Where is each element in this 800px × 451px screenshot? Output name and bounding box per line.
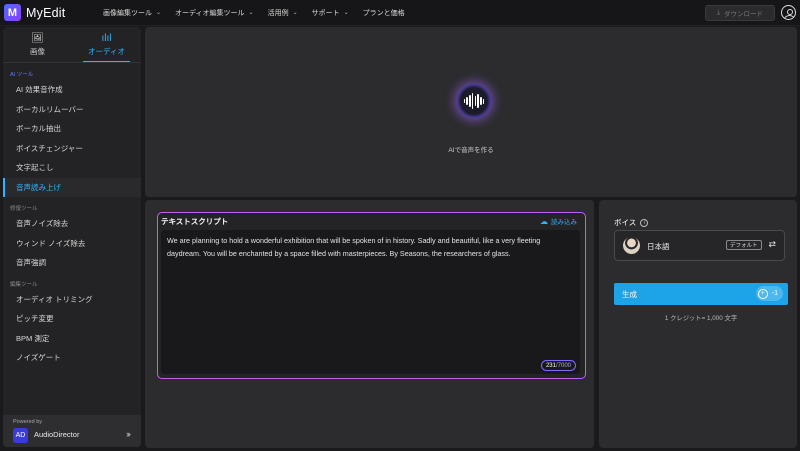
sidebar-item[interactable]: ボーカル抽出 (3, 119, 141, 139)
app-name: MyEdit (26, 5, 66, 20)
sidebar-item[interactable]: 音声ノイズ除去 (3, 214, 141, 234)
tab-image-label: 画像 (30, 46, 45, 56)
default-badge: デフォルト (726, 240, 762, 250)
sidebar-item[interactable]: オーディオ トリミング (3, 290, 141, 310)
script-textarea[interactable]: We are planning to hold a wonderful exhi… (161, 230, 580, 374)
nav-item[interactable]: 活用例 ⌄ (268, 8, 298, 18)
sidebar-item[interactable]: ボーカルリムーバー (3, 100, 141, 120)
ai-voice-orb-icon (457, 84, 491, 118)
download-label: ダウンロード (724, 11, 764, 18)
powered-by-panel[interactable]: Powered by AD AudioDirector ››› (3, 415, 141, 447)
chevron-down-icon: ⌄ (156, 10, 162, 16)
credit-cost-badge: + -1 (755, 286, 783, 301)
voice-title: ボイス i (614, 217, 649, 228)
download-button[interactable]: ⤓ ダウンロード (705, 5, 775, 21)
voice-avatar (623, 237, 640, 254)
sidebar-item[interactable]: ノイズゲート (3, 348, 141, 368)
audio-preview-panel: AIで音声を作る (145, 27, 797, 197)
generate-label: 生成 (622, 290, 637, 299)
character-counter: 231/7000 (540, 360, 576, 371)
generate-button[interactable]: 生成 + -1 (614, 283, 788, 305)
credit-icon: + (757, 288, 768, 299)
credit-note: 1 クレジット= 1,000 文字 (664, 315, 738, 322)
myedit-logo[interactable]: M MyEdit (4, 4, 96, 21)
nav-item-label: オーディオ編集ツール (175, 9, 245, 17)
tab-image[interactable]: 🖼 画像 (3, 27, 72, 62)
character-count: 231 (545, 362, 556, 369)
script-text[interactable]: We are planning to hold a wonderful exhi… (167, 235, 574, 260)
sidebar-section-title: AI ツール (10, 72, 34, 78)
script-title: テキストスクリプト (161, 217, 229, 226)
powered-by-label: Powered by (13, 419, 43, 425)
sidebar-item[interactable]: 音声読み上げ (3, 177, 141, 197)
sound-wave-icon (463, 93, 485, 109)
sidebar-section-title: 修復ツール (10, 206, 38, 212)
upload-label: 読み込み (551, 219, 577, 226)
script-panel: テキストスクリプト ☁ 読み込み We are planning to hold… (145, 200, 594, 448)
myedit-logo-icon: M (4, 4, 21, 21)
tab-audio[interactable]: ılıl オーディオ (72, 27, 141, 62)
cloud-upload-icon: ☁ (540, 216, 548, 226)
audiodirector-name: AudioDirector (34, 430, 80, 439)
sidebar-item[interactable]: BPM 測定 (3, 329, 141, 349)
sidebar-item[interactable]: 文字起こし (3, 158, 141, 178)
credit-cost: -1 (771, 290, 778, 297)
nav-item[interactable]: サポート ⌄ (312, 8, 349, 18)
nav-item-label: 活用例 (267, 9, 289, 17)
voice-title-label: ボイス (614, 218, 637, 227)
sidebar-item[interactable]: ピッチ変更 (3, 309, 141, 329)
swap-icon[interactable]: ⇄ (768, 239, 776, 250)
nav-item-label: サポート (311, 9, 340, 17)
info-icon[interactable]: i (640, 218, 649, 227)
character-max: /7000 (555, 362, 571, 369)
sidebar-item[interactable]: AI 効果音作成 (3, 80, 141, 100)
sidebar-item[interactable]: ウィンド ノイズ除去 (3, 234, 141, 254)
nav-item[interactable]: プランと価格 (363, 8, 405, 18)
audiodirector-logo-icon: AD (13, 428, 28, 443)
download-icon: ⤓ (716, 9, 721, 16)
sidebar-tabs: 🖼 画像 ılıl オーディオ (3, 27, 141, 63)
sidebar: 🖼 画像 ılıl オーディオ AI ツール AI 効果音作成 ボーカルリムーバーボ… (3, 27, 141, 447)
sidebar-item[interactable]: ボイスチェンジャー (3, 139, 141, 159)
preview-caption: AIで音声を作る (448, 147, 494, 154)
chevron-down-icon: ⌄ (343, 10, 349, 16)
main-nav: 画像編集ツール ⌄ オーディオ編集ツール ⌄ 活用例 ⌄ サポート ⌄ プランと価格 (103, 8, 419, 18)
voice-selector[interactable]: 日本語 デフォルト ⇄ (614, 230, 785, 261)
nav-item[interactable]: 画像編集ツール ⌄ (103, 8, 161, 18)
nav-item[interactable]: オーディオ編集ツール ⌄ (175, 8, 254, 18)
sidebar-item[interactable]: 音声強調 (3, 253, 141, 273)
nav-item-label: 画像編集ツール (103, 9, 152, 17)
chevron-down-icon: ⌄ (292, 10, 298, 16)
tab-audio-label: オーディオ (88, 46, 125, 56)
sidebar-section-title: 編集ツール (10, 281, 38, 288)
top-nav-bar: M MyEdit 画像編集ツール ⌄ オーディオ編集ツール ⌄ 活用例 ⌄ サポート ⌄ プラン… (0, 0, 800, 26)
voice-language: 日本語 (647, 242, 670, 251)
sidebar-menu: AI ツール AI 効果音作成 ボーカルリムーバー ボーカル抽出 ボイスチェンジャー 文字… (3, 70, 141, 368)
image-icon: 🖼 (31, 32, 44, 44)
user-account-icon[interactable] (781, 5, 796, 20)
script-editor: テキストスクリプト ☁ 読み込み We are planning to hold… (157, 212, 586, 379)
audio-wave-icon: ılıl (101, 32, 112, 44)
chevron-down-icon: ⌄ (248, 10, 254, 16)
voice-panel: ボイス i 日本語 デフォルト ⇄ 生成 + -1 1 クレジット= 1,000… (599, 200, 797, 448)
upload-button[interactable]: ☁ 読み込み (540, 216, 577, 227)
nav-item-label: プランと価格 (362, 9, 405, 17)
double-chevron-right-icon[interactable]: ››› (126, 429, 131, 439)
